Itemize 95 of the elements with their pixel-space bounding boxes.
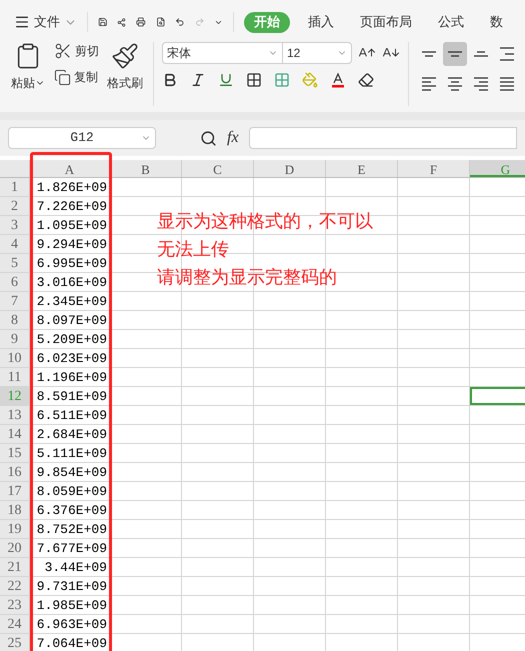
table-cell: 7.677E+09 <box>30 539 110 557</box>
row-header[interactable]: 25 <box>0 634 30 651</box>
row-header[interactable]: 19 <box>0 520 30 538</box>
table-cell: 8.059E+09 <box>30 482 110 500</box>
table-cell: 3.016E+09 <box>30 273 110 291</box>
column-header[interactable]: A <box>30 160 110 177</box>
name-box[interactable]: G12 <box>8 127 156 149</box>
row-header[interactable]: 14 <box>0 425 30 443</box>
row-header[interactable]: 10 <box>0 349 30 367</box>
row-header[interactable]: 16 <box>0 463 30 481</box>
table-cell: 2.684E+09 <box>30 425 110 443</box>
row-header[interactable]: 22 <box>0 577 30 595</box>
scissors-icon <box>54 42 72 60</box>
paintbrush-icon <box>111 42 139 70</box>
row-header[interactable]: 6 <box>0 273 30 291</box>
table-cell: 1.826E+09 <box>30 178 110 196</box>
table-cell: 6.511E+09 <box>30 406 110 424</box>
row-header[interactable]: 8 <box>0 311 30 329</box>
ribbon-tab[interactable]: 页面布局 <box>352 12 420 32</box>
annotation-text: 显示为这种格式的，不可以 <box>157 210 373 232</box>
table-cell: 8.752E+09 <box>30 520 110 538</box>
selected-cell[interactable] <box>470 387 525 405</box>
ribbon-tab[interactable]: 公式 <box>430 12 472 32</box>
table-cell: 5.209E+09 <box>30 330 110 348</box>
row-header[interactable]: 1 <box>0 178 30 196</box>
row-header[interactable]: 18 <box>0 501 30 519</box>
table-cell: 6.963E+09 <box>30 615 110 633</box>
table-cell: 6.023E+09 <box>30 349 110 367</box>
table-cell: 8.591E+09 <box>30 387 110 405</box>
table-cell: 2.345E+09 <box>30 292 110 310</box>
align-button[interactable] <box>443 42 467 66</box>
align-icon <box>500 77 514 91</box>
row-header[interactable]: 5 <box>0 254 30 272</box>
borders-icon[interactable] <box>246 72 262 88</box>
bold-icon[interactable] <box>162 72 178 88</box>
table-cell: 1.985E+09 <box>30 596 110 614</box>
ribbon-tab[interactable]: 开始 <box>244 12 290 32</box>
formula-label: fx <box>227 128 239 148</box>
file-menu[interactable]: 文件 <box>14 12 77 32</box>
column-header[interactable]: C <box>182 160 254 177</box>
zoom-icon[interactable] <box>200 130 217 146</box>
row-header[interactable]: 4 <box>0 235 30 253</box>
table-cell: 9.294E+09 <box>30 235 110 253</box>
table-cell: 9.854E+09 <box>30 463 110 481</box>
table-cell: 8.097E+09 <box>30 311 110 329</box>
table-cell: 6.995E+09 <box>30 254 110 272</box>
table-cell: 5.111E+09 <box>30 444 110 462</box>
ribbon-tab[interactable]: 插入 <box>300 12 342 32</box>
format-painter-button[interactable]: 格式刷 <box>107 42 143 106</box>
cell-style-icon[interactable] <box>274 72 290 88</box>
align-icon <box>422 77 436 91</box>
align-icon <box>500 47 514 61</box>
italic-icon[interactable] <box>190 72 206 88</box>
annotation-text: 请调整为显示完整码的 <box>157 266 338 288</box>
table-cell: 3.44E+09 <box>30 558 110 576</box>
row-header[interactable]: 17 <box>0 482 30 500</box>
align-icon <box>422 51 436 57</box>
copy-icon <box>54 68 71 86</box>
column-header[interactable]: E <box>326 160 398 177</box>
column-header[interactable]: D <box>254 160 326 177</box>
row-header[interactable]: 12 <box>0 387 30 405</box>
row-header[interactable]: 11 <box>0 368 30 386</box>
table-cell: 1.196E+09 <box>30 368 110 386</box>
fill-color-icon[interactable] <box>302 72 318 88</box>
table-cell: 7.226E+09 <box>30 197 110 215</box>
annotation-text: 无法上传 <box>157 238 230 260</box>
row-header[interactable]: 24 <box>0 615 30 633</box>
font-color-icon[interactable] <box>330 72 346 88</box>
table-cell: 6.376E+09 <box>30 501 110 519</box>
align-icon <box>448 51 462 57</box>
menu-icon <box>14 14 30 30</box>
formula-field[interactable] <box>248 127 517 149</box>
row-header[interactable]: 15 <box>0 444 30 462</box>
paste-button[interactable]: 粘贴 <box>10 42 46 106</box>
table-cell: 9.731E+09 <box>30 577 110 595</box>
copy-button[interactable]: 复制 <box>54 68 99 86</box>
row-header[interactable]: 20 <box>0 539 30 557</box>
row-header[interactable]: 21 <box>0 558 30 576</box>
row-header[interactable]: 7 <box>0 292 30 310</box>
table-cell: 7.064E+09 <box>30 634 110 651</box>
row-header[interactable]: 13 <box>0 406 30 424</box>
align-icon <box>448 77 462 91</box>
underline-icon[interactable] <box>218 72 234 88</box>
table-cell: 1.095E+09 <box>30 216 110 234</box>
row-header[interactable]: 2 <box>0 197 30 215</box>
column-header[interactable]: G <box>470 160 525 177</box>
row-header[interactable]: 3 <box>0 216 30 234</box>
ribbon-tab[interactable]: 数 <box>482 12 512 32</box>
cut-button[interactable]: 剪切 <box>54 42 99 60</box>
eraser-icon[interactable] <box>358 72 374 88</box>
row-header[interactable]: 9 <box>0 330 30 348</box>
align-icon <box>474 77 488 91</box>
column-header[interactable]: B <box>110 160 182 177</box>
align-icon <box>474 51 488 57</box>
row-header[interactable]: 23 <box>0 596 30 614</box>
